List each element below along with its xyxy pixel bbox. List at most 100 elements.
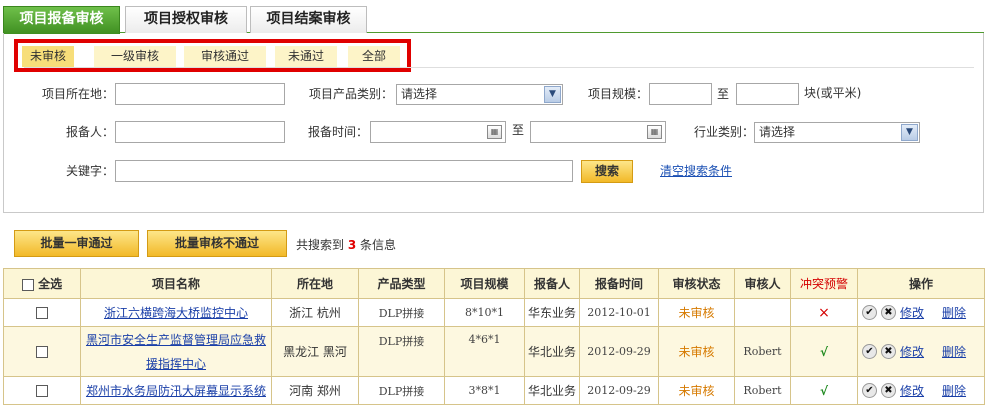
scale-min-input[interactable] [649, 83, 712, 105]
subtab-passed[interactable]: 审核通过 [184, 46, 266, 67]
conflict-cell: × [790, 298, 858, 327]
category-label: 项目产品类别： [308, 87, 393, 101]
subtab-all[interactable]: 全部 [348, 46, 400, 67]
reporter-input[interactable] [115, 121, 285, 143]
status-cell: 未审核 [658, 326, 735, 377]
keyword-input[interactable] [115, 160, 573, 182]
conflict-check-icon: √ [819, 344, 828, 359]
operations-cell: ✔ ✖ 修改 删除 [857, 326, 985, 377]
operations-cell: ✔ ✖ 修改 删除 [857, 298, 985, 327]
col-conflict-warning: 冲突预警 [790, 268, 858, 299]
tab-report-review[interactable]: 项目报备审核 [3, 6, 120, 34]
edit-link[interactable]: 修改 [900, 304, 924, 321]
scale-cell: 8*10*1 [444, 298, 525, 327]
reporter-cell: 华东业务 [524, 298, 580, 327]
status-cell: 未审核 [658, 376, 735, 405]
product-type-cell: DLP拼接 [358, 326, 445, 377]
col-scale: 项目规模 [444, 268, 525, 299]
batch-first-pass-button[interactable]: 批量一审通过 [14, 230, 139, 257]
operations-cell: ✔ ✖ 修改 删除 [857, 376, 985, 405]
report-time-to-label: 至 [511, 123, 524, 137]
subtab-first-review[interactable]: 一级审核 [94, 46, 176, 67]
tab-authorization-review[interactable]: 项目授权审核 [125, 6, 247, 33]
scale-max-input[interactable] [736, 83, 799, 105]
category-select[interactable]: 请选择 ▼ [396, 84, 563, 105]
industry-select-value: 请选择 [759, 125, 796, 139]
reporter-cell: 华北业务 [524, 326, 580, 377]
project-name-link[interactable]: 郑州市水务局防汛大屏幕显示系统 [86, 384, 266, 398]
edit-link[interactable]: 修改 [900, 382, 924, 399]
select-all-checkbox[interactable] [21, 278, 34, 291]
row-checkbox-cell[interactable] [3, 326, 81, 377]
col-location: 所在地 [271, 268, 359, 299]
delete-link[interactable]: 删除 [942, 343, 966, 360]
subtab-unreviewed[interactable]: 未审核 [22, 46, 74, 67]
scale-to-label: 至 [716, 87, 729, 101]
table-header-row: 全选 项目名称 所在地 产品类型 项目规模 报备人 报备时间 审核状态 审核人 … [3, 268, 985, 299]
location-label: 项目所在地： [41, 87, 114, 101]
col-reporter: 报备人 [524, 268, 580, 299]
row-checkbox-cell[interactable] [3, 298, 81, 327]
approve-icon[interactable]: ✔ [862, 344, 877, 359]
col-auditor: 审核人 [734, 268, 791, 299]
industry-select[interactable]: 请选择 ▼ [754, 122, 920, 143]
reject-icon[interactable]: ✖ [881, 344, 896, 359]
clear-search-link[interactable]: 清空搜索条件 [660, 162, 732, 179]
calendar-icon[interactable]: ▦ [647, 125, 662, 139]
row-checkbox[interactable] [36, 385, 48, 397]
row-checkbox-cell[interactable] [3, 376, 81, 405]
col-report-time: 报备时间 [579, 268, 659, 299]
project-name-cell: 郑州市水务局防汛大屏幕显示系统 [80, 376, 272, 405]
subtab-rejected[interactable]: 未通过 [275, 46, 337, 67]
conflict-cell: √ [790, 376, 858, 405]
edit-link[interactable]: 修改 [900, 343, 924, 360]
product-type-cell: DLP拼接 [358, 298, 445, 327]
scale-cell: 3*8*1 [444, 376, 525, 405]
reject-icon[interactable]: ✖ [881, 383, 896, 398]
approve-icon[interactable]: ✔ [862, 305, 877, 320]
search-button[interactable]: 搜索 [581, 160, 633, 183]
chevron-down-icon: ▼ [901, 124, 918, 141]
report-time-cell: 2012-10-01 [579, 298, 659, 327]
project-name-link[interactable]: 黑河市安全生产监督管理局应急救援指挥中心 [86, 333, 266, 371]
approve-icon[interactable]: ✔ [862, 383, 877, 398]
panel-divider [24, 67, 974, 68]
result-count-text: 共搜索到 3 条信息 [296, 236, 396, 253]
row-checkbox[interactable] [36, 307, 48, 319]
batch-reject-button[interactable]: 批量审核不通过 [147, 230, 287, 257]
conflict-cell: √ [790, 326, 858, 377]
tab-closure-review[interactable]: 项目结案审核 [250, 6, 367, 33]
calendar-icon[interactable]: ▦ [487, 125, 502, 139]
result-prefix: 共搜索到 [296, 238, 345, 252]
location-cell: 浙江 杭州 [271, 298, 359, 327]
results-table: 全选 项目名称 所在地 产品类型 项目规模 报备人 报备时间 审核状态 审核人 … [3, 268, 985, 405]
result-suffix: 条信息 [360, 238, 397, 252]
col-operations: 操作 [857, 268, 985, 299]
location-cell: 河南 郑州 [271, 376, 359, 405]
delete-link[interactable]: 删除 [942, 304, 966, 321]
report-time-cell: 2012-09-29 [579, 326, 659, 377]
auditor-cell [734, 298, 791, 327]
scale-label: 项目规模： [587, 87, 648, 101]
keyword-label: 关键字： [65, 164, 114, 178]
col-status: 审核状态 [658, 268, 735, 299]
top-tab-bar: 项目报备审核 项目授权审核 项目结案审核 [3, 6, 984, 34]
delete-link[interactable]: 删除 [942, 382, 966, 399]
col-product-type: 产品类型 [358, 268, 445, 299]
status-cell: 未审核 [658, 298, 735, 327]
product-type-cell: DLP拼接 [358, 376, 445, 405]
industry-label: 行业类别： [693, 125, 754, 139]
report-time-end-input[interactable]: ▦ [530, 121, 666, 143]
scale-cell: 4*6*1 [444, 326, 525, 377]
scale-unit-label: 块(或平米) [804, 86, 862, 100]
project-name-link[interactable]: 浙江六横跨海大桥监控中心 [104, 306, 248, 320]
reporter-label: 报备人： [65, 125, 114, 139]
location-input[interactable] [115, 83, 285, 105]
select-all-header[interactable]: 全选 [3, 268, 81, 299]
reject-icon[interactable]: ✖ [881, 305, 896, 320]
project-name-cell: 浙江六横跨海大桥监控中心 [80, 298, 272, 327]
report-time-start-input[interactable]: ▦ [370, 121, 506, 143]
auditor-cell: Robert [734, 376, 791, 405]
row-checkbox[interactable] [36, 346, 48, 358]
location-cell: 黑龙江 黑河 [271, 326, 359, 377]
